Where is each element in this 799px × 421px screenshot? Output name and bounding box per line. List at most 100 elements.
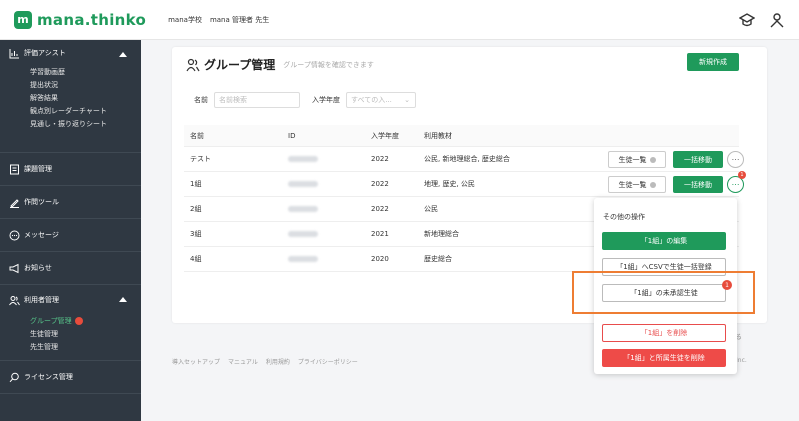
chat-icon xyxy=(9,230,20,240)
student-list-button[interactable]: 生徒一覧 xyxy=(608,151,666,168)
footer-link[interactable]: 利用規約 xyxy=(266,357,290,366)
sidebar-item-label: 作問ツール xyxy=(24,198,59,206)
student-list-label: 生徒一覧 xyxy=(618,180,647,189)
group-material: 新地理総合 xyxy=(424,230,459,238)
year-select[interactable]: すべての入... ⌄ xyxy=(346,92,416,108)
column-header-material: 利用教材 xyxy=(424,131,452,140)
student-list-button[interactable]: 生徒一覧 xyxy=(608,176,666,193)
sidebar-item-label: 課題管理 xyxy=(24,165,52,173)
sidebar-subitem-group-management[interactable]: グループ管理 xyxy=(0,315,141,328)
year-select-value: すべての入... xyxy=(351,96,392,104)
sidebar-item-user-management[interactable]: 利用者管理 xyxy=(0,285,141,315)
new-group-button[interactable]: 新規作成 xyxy=(687,53,739,71)
column-header-year: 入学年度 xyxy=(371,131,399,140)
graduation-cap-icon[interactable] xyxy=(739,12,755,28)
search-icon xyxy=(9,372,19,382)
sidebar-item-license[interactable]: ライセンス管理 xyxy=(0,361,141,393)
group-id-redacted xyxy=(288,247,318,271)
sidebar-subitem[interactable]: 生徒管理 xyxy=(0,328,141,341)
group-id-redacted xyxy=(288,222,318,246)
group-material: 地理, 歴史, 公民 xyxy=(424,180,475,188)
group-year: 2020 xyxy=(371,255,389,263)
sidebar-subitem[interactable]: 見通し・振り返りシート xyxy=(0,118,141,131)
sidebar-item-label: 利用者管理 xyxy=(24,296,59,304)
footer-link[interactable]: 導入セットアップ xyxy=(172,357,220,366)
more-options-button[interactable]: ⋯ xyxy=(727,151,744,168)
name-search-input[interactable]: 名前検索 xyxy=(214,92,300,108)
bulk-move-button[interactable]: 一括移動 xyxy=(673,176,723,193)
page-subtitle: グループ情報を確認できます xyxy=(283,60,374,69)
pencil-icon xyxy=(10,198,19,208)
sidebar-item-label: お知らせ xyxy=(24,264,52,272)
group-name: 2組 xyxy=(190,205,202,213)
delete-group-button[interactable]: 「1組」を削除 xyxy=(602,324,726,342)
logo-mark: m xyxy=(14,10,32,29)
sidebar-item-label: 評価アシスト xyxy=(24,49,66,57)
logo[interactable]: m mana.thinko xyxy=(14,10,147,29)
page-title: グループ管理 xyxy=(204,58,276,72)
group-year: 2022 xyxy=(371,205,389,213)
sidebar-item-assist[interactable]: 評価アシスト xyxy=(0,40,141,66)
user-name: mana 管理者 先生 xyxy=(209,15,270,24)
sidebar-subitem[interactable]: 先生管理 xyxy=(0,341,141,354)
users-icon xyxy=(186,58,200,71)
user-icon[interactable] xyxy=(769,12,785,28)
help-icon xyxy=(649,181,656,188)
group-id-redacted xyxy=(288,172,318,196)
sidebar-subitem[interactable]: 解答結果 xyxy=(0,92,141,105)
group-name: テスト xyxy=(190,155,211,163)
sidebar-subitem[interactable]: 学習動画歴 xyxy=(0,66,141,79)
menu-title: その他の操作 xyxy=(603,213,645,221)
year-filter-label: 入学年度 xyxy=(312,96,340,104)
footer-copyright: Inc. xyxy=(736,357,747,364)
table-header: 名前 ID 入学年度 利用教材 xyxy=(184,125,739,147)
student-list-label: 生徒一覧 xyxy=(618,155,647,164)
megaphone-icon xyxy=(9,263,19,273)
group-year: 2022 xyxy=(371,180,389,188)
school-name: mana学校 xyxy=(168,15,202,24)
group-material: 公民, 新地理総合, 歴史総合 xyxy=(424,155,510,163)
group-name: 3組 xyxy=(190,230,202,238)
table-row[interactable]: 1組 2022 地理, 歴史, 公民 生徒一覧 一括移動 ⋯ 1 xyxy=(184,171,746,197)
group-id-redacted xyxy=(288,147,318,171)
edit-group-button[interactable]: 「1組」の編集 xyxy=(602,232,726,250)
notification-badge xyxy=(74,317,83,325)
sidebar-item-question-tool[interactable]: 作問ツール xyxy=(0,186,141,218)
sidebar-subitem[interactable]: 提出状況 xyxy=(0,79,141,92)
group-material: 公民 xyxy=(424,205,438,213)
footer-link[interactable]: マニュアル xyxy=(228,357,258,366)
sidebar-subitem[interactable]: 観点別レーダーチャート xyxy=(0,105,141,118)
users-icon xyxy=(9,295,20,305)
document-icon xyxy=(10,164,19,174)
sidebar-item-label: ライセンス管理 xyxy=(24,373,73,381)
caret-up-icon[interactable] xyxy=(119,52,127,57)
caret-up-icon[interactable] xyxy=(119,297,127,302)
group-year: 2021 xyxy=(371,230,389,238)
highlight-box xyxy=(572,271,755,314)
sidebar-item-messages[interactable]: メッセージ xyxy=(0,219,141,251)
sidebar-item-tasks[interactable]: 課題管理 xyxy=(0,153,141,185)
help-icon xyxy=(649,156,656,163)
column-header-id: ID xyxy=(288,131,296,140)
footer-link[interactable]: プライバシーポリシー xyxy=(298,357,358,366)
table-row[interactable]: テスト 2022 公民, 新地理総合, 歴史総合 生徒一覧 一括移動 ⋯ xyxy=(184,147,744,172)
top-bar: m mana.thinko mana学校 mana 管理者 先生 xyxy=(0,0,799,40)
group-year: 2022 xyxy=(371,155,389,163)
sidebar: 評価アシスト 学習動画歴 提出状況 解答結果 観点別レーダーチャート 見通し・振… xyxy=(0,40,141,421)
group-name: 4組 xyxy=(190,255,202,263)
name-filter-label: 名前 xyxy=(194,96,208,104)
chart-icon xyxy=(9,48,19,58)
chevron-down-icon: ⌄ xyxy=(404,96,410,104)
group-id-redacted xyxy=(288,197,318,221)
sidebar-item-notices[interactable]: お知らせ xyxy=(0,252,141,284)
footer-links: 導入セットアップ マニュアル 利用規約 プライバシーポリシー xyxy=(172,357,358,366)
delete-group-and-students-button[interactable]: 「1組」と所属生徒を削除 xyxy=(602,349,726,367)
bulk-move-button[interactable]: 一括移動 xyxy=(673,151,723,168)
group-name: 1組 xyxy=(190,180,202,188)
column-header-name: 名前 xyxy=(190,131,204,140)
sidebar-item-label: メッセージ xyxy=(24,231,59,239)
sidebar-subitem-label: グループ管理 xyxy=(30,317,72,325)
notification-badge: 1 xyxy=(738,171,746,179)
group-material: 歴史総合 xyxy=(424,255,452,263)
logo-text: mana.thinko xyxy=(37,10,147,29)
